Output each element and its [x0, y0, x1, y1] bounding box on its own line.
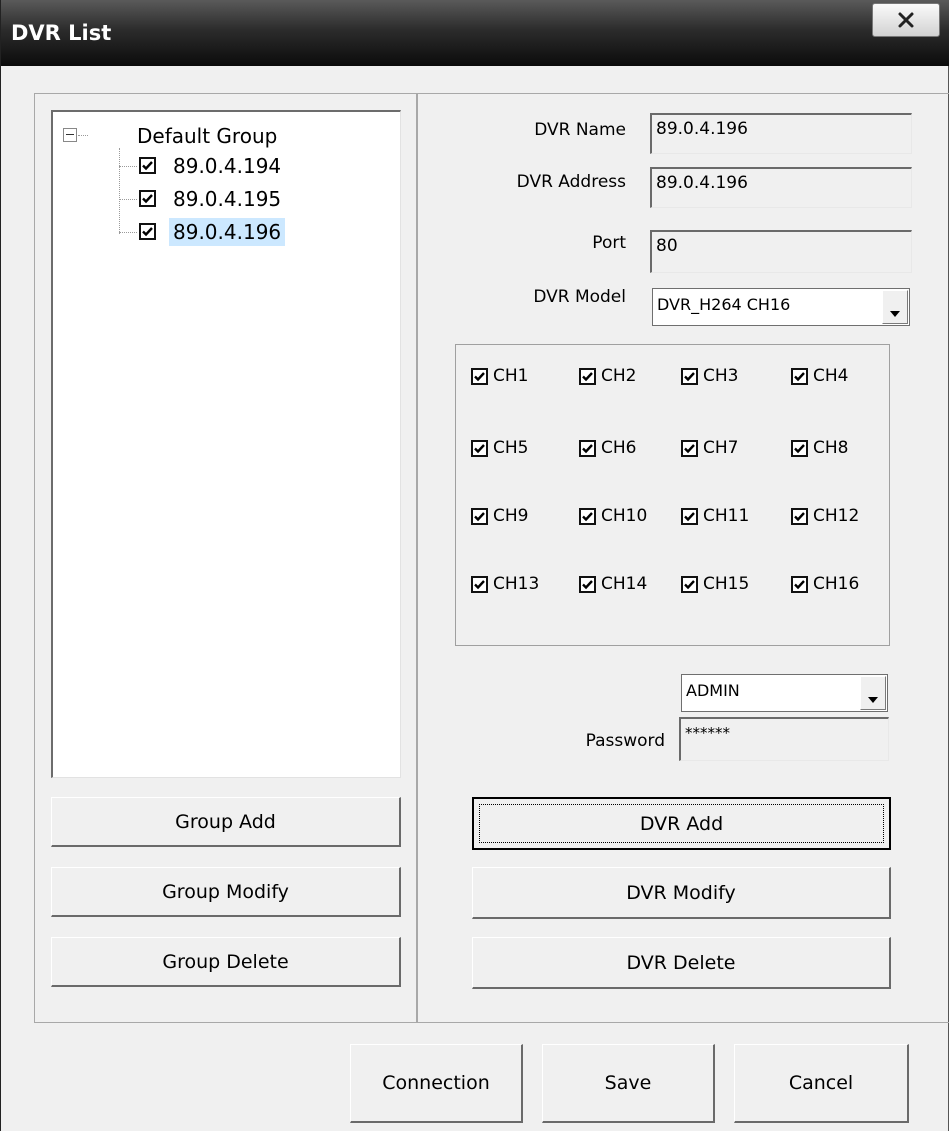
window-title: DVR List	[11, 21, 112, 45]
tree-item-label[interactable]: 89.0.4.194	[173, 154, 281, 178]
checkbox-icon	[681, 507, 698, 525]
close-button[interactable]: x	[872, 3, 940, 37]
group-add-button[interactable]: Group Add	[51, 797, 401, 847]
channel-checkbox-ch8[interactable]: CH8	[791, 438, 848, 458]
dvr-add-label: DVR Add	[639, 812, 724, 835]
tree-connector	[119, 232, 137, 233]
dvr-add-button[interactable]: DVR Add	[472, 797, 891, 850]
checkbox-icon	[579, 367, 596, 385]
dvr-model-dropdown-button[interactable]	[882, 290, 908, 324]
checkbox-icon	[579, 439, 596, 457]
channel-checkbox-ch11[interactable]: CH11	[681, 506, 749, 526]
port-label: Port	[592, 233, 626, 253]
tree-item-label-selected[interactable]: 89.0.4.196	[169, 218, 286, 246]
tree-connector	[78, 135, 88, 136]
channel-label: CH13	[493, 574, 540, 594]
channel-checkbox-ch2[interactable]: CH2	[579, 366, 636, 386]
chevron-down-icon	[867, 689, 879, 703]
channel-label: CH1	[493, 366, 529, 386]
channel-label: CH4	[813, 366, 849, 386]
checkbox-icon	[681, 439, 698, 457]
channel-checkbox-ch7[interactable]: CH7	[681, 438, 738, 458]
channel-checkbox-ch3[interactable]: CH3	[681, 366, 738, 386]
checkbox-icon	[579, 575, 596, 593]
title-bar[interactable]: DVR List x	[1, 0, 949, 66]
dvr-model-value: DVR_H264 CH16	[657, 295, 791, 314]
channel-label: CH16	[813, 574, 860, 594]
channel-checkbox-ch13[interactable]: CH13	[471, 574, 539, 594]
checkbox-icon	[471, 439, 488, 457]
user-value: ADMIN	[686, 681, 740, 700]
dvr-address-field[interactable]: 89.0.4.196	[650, 167, 912, 208]
channel-label: CH15	[703, 574, 750, 594]
checkbox-icon	[471, 367, 488, 385]
channel-label: CH12	[813, 506, 860, 526]
channel-group-box	[455, 344, 890, 646]
channel-label: CH8	[813, 438, 849, 458]
channel-checkbox-ch6[interactable]: CH6	[579, 438, 636, 458]
connection-button[interactable]: Connection	[350, 1044, 523, 1123]
dvr-modify-button[interactable]: DVR Modify	[472, 867, 891, 919]
channel-checkbox-ch12[interactable]: CH12	[791, 506, 859, 526]
checkbox-icon	[791, 575, 808, 593]
channel-label: CH5	[493, 438, 529, 458]
checkbox-icon	[471, 575, 488, 593]
channel-checkbox-ch16[interactable]: CH16	[791, 574, 859, 594]
tree-item-label[interactable]: 89.0.4.195	[173, 187, 281, 211]
channel-checkbox-ch10[interactable]: CH10	[579, 506, 647, 526]
checkbox-icon	[791, 507, 808, 525]
channel-checkbox-ch4[interactable]: CH4	[791, 366, 848, 386]
port-field[interactable]: 80	[650, 230, 912, 273]
checkbox-icon	[681, 367, 698, 385]
channel-checkbox-ch15[interactable]: CH15	[681, 574, 749, 594]
checkbox-icon	[791, 439, 808, 457]
checkbox-icon	[579, 507, 596, 525]
user-dropdown-button[interactable]	[860, 676, 886, 710]
channel-label: CH6	[601, 438, 637, 458]
collapse-toggle-icon[interactable]	[63, 128, 77, 142]
close-icon	[897, 11, 915, 29]
tree-item-checkbox[interactable]	[139, 223, 156, 240]
checkbox-icon	[471, 507, 488, 525]
tree-root-default-group[interactable]: Default Group	[137, 124, 277, 148]
channel-checkbox-ch9[interactable]: CH9	[471, 506, 528, 526]
dvr-tree-view[interactable]: Default Group 89.0.4.194 89.0.4.195 89.0…	[51, 110, 401, 778]
cancel-button[interactable]: Cancel	[734, 1044, 909, 1123]
tree-item-checkbox[interactable]	[139, 190, 156, 207]
save-button[interactable]: Save	[542, 1044, 715, 1123]
dvr-model-select[interactable]: DVR_H264 CH16	[652, 288, 910, 326]
channel-label: CH7	[703, 438, 739, 458]
channel-label: CH14	[601, 574, 648, 594]
dvr-delete-button[interactable]: DVR Delete	[472, 937, 891, 989]
dvr-model-label: DVR Model	[533, 287, 626, 307]
dvr-list-window: DVR List x Default Group 89.0.4.194 89.0…	[0, 0, 949, 1131]
tree-connector	[119, 199, 137, 200]
password-field[interactable]: ******	[679, 717, 889, 761]
tree-connector	[119, 166, 137, 167]
tree-connector	[119, 148, 120, 234]
channel-label: CH11	[703, 506, 750, 526]
dvr-address-label: DVR Address	[516, 172, 626, 192]
group-delete-button[interactable]: Group Delete	[51, 937, 401, 987]
channel-checkbox-ch5[interactable]: CH5	[471, 438, 528, 458]
dvr-name-field[interactable]: 89.0.4.196	[650, 113, 912, 154]
channel-checkbox-ch1[interactable]: CH1	[471, 366, 528, 386]
channel-label: CH2	[601, 366, 637, 386]
dvr-name-label: DVR Name	[534, 120, 626, 140]
channel-label: CH10	[601, 506, 648, 526]
chevron-down-icon	[889, 303, 901, 317]
password-label: Password	[585, 731, 665, 751]
channel-checkbox-ch14[interactable]: CH14	[579, 574, 647, 594]
tree-item-checkbox[interactable]	[139, 157, 156, 174]
channel-label: CH9	[493, 506, 529, 526]
checkbox-icon	[681, 575, 698, 593]
channel-label: CH3	[703, 366, 739, 386]
group-modify-button[interactable]: Group Modify	[51, 867, 401, 917]
user-select[interactable]: ADMIN	[681, 674, 888, 712]
checkbox-icon	[791, 367, 808, 385]
